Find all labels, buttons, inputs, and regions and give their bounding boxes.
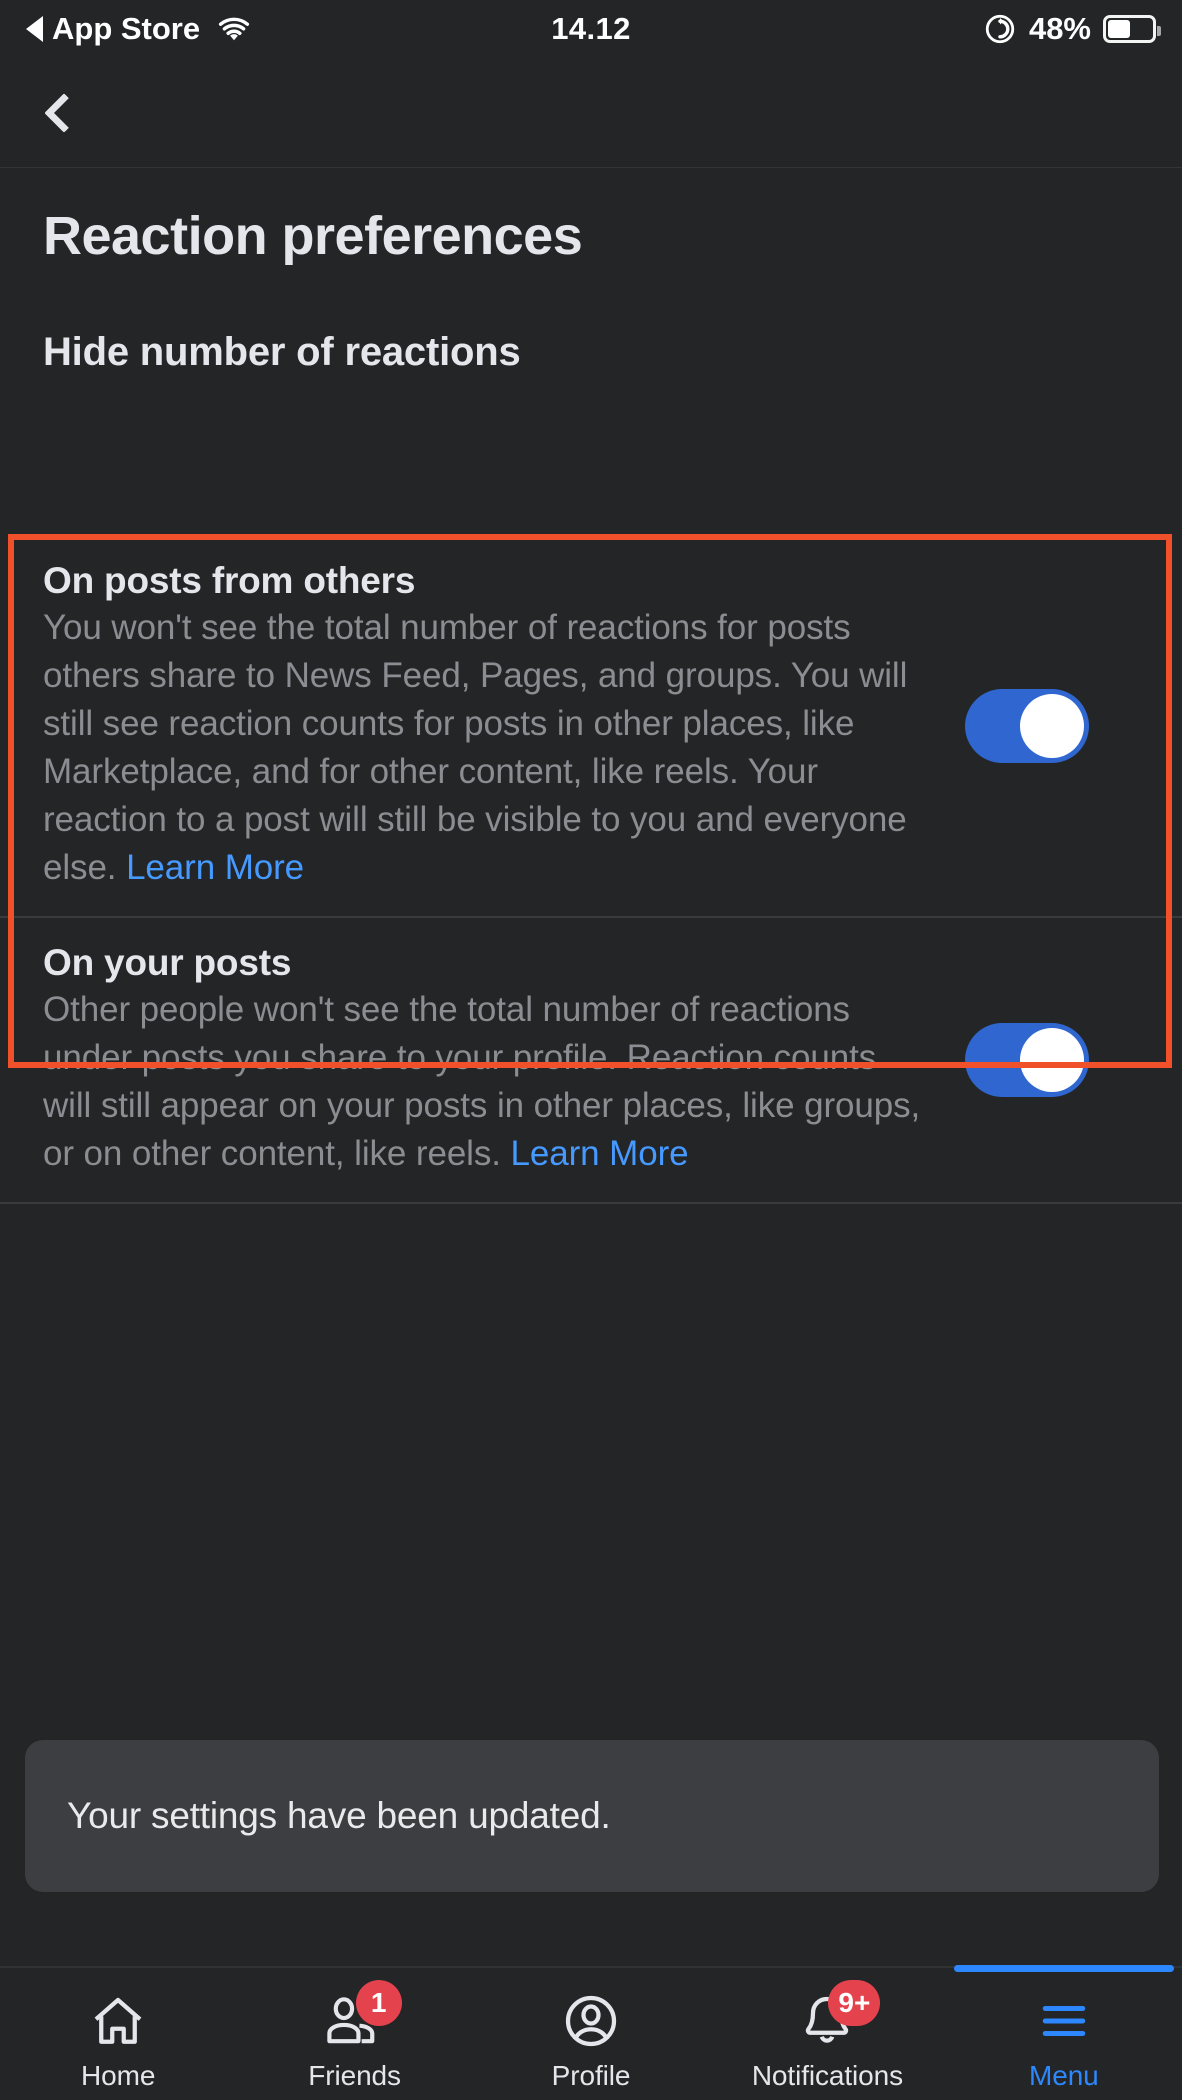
nav-item-friends[interactable]: 1 Friends bbox=[236, 1968, 472, 2100]
navigation-header bbox=[0, 58, 1182, 168]
toast-message: Your settings have been updated. bbox=[67, 1795, 611, 1836]
nav-label-notifications: Notifications bbox=[751, 2060, 904, 2091]
notifications-badge: 9+ bbox=[828, 1980, 881, 2026]
nav-item-notifications[interactable]: 9+ Notifications bbox=[709, 1968, 945, 2100]
setting-description-text: You won't see the total number of reacti… bbox=[43, 608, 908, 887]
nav-label-menu: Menu bbox=[1029, 2060, 1099, 2091]
friends-icon: 1 bbox=[316, 1980, 402, 2056]
setting-row-on-posts-from-others[interactable]: On posts from others You won't see the t… bbox=[0, 536, 1182, 916]
learn-more-link[interactable]: Learn More bbox=[126, 848, 304, 887]
nav-label-home: Home bbox=[81, 2060, 156, 2091]
setting-row-on-your-posts[interactable]: On your posts Other people won't see the… bbox=[0, 916, 1182, 1202]
list-tail-spacer bbox=[0, 1204, 1182, 1268]
status-bar-right: 48% bbox=[983, 11, 1161, 47]
status-bar: App Store 14.12 48% bbox=[0, 0, 1182, 58]
setting-description-text: Other people won't see the total number … bbox=[43, 990, 921, 1173]
nav-item-home[interactable]: Home bbox=[0, 1968, 236, 2100]
back-button[interactable] bbox=[14, 63, 114, 163]
toggle-on-posts-from-others[interactable] bbox=[965, 689, 1089, 763]
bell-icon: 9+ bbox=[788, 1980, 881, 2056]
learn-more-link[interactable]: Learn More bbox=[511, 1134, 689, 1173]
toggle-knob bbox=[1020, 1028, 1084, 1092]
nav-item-menu[interactable]: Menu bbox=[946, 1965, 1182, 2100]
phone-screen: App Store 14.12 48% Reaction preferences… bbox=[0, 0, 1182, 2100]
toggle-on-your-posts[interactable] bbox=[965, 1023, 1089, 1097]
page-title: Reaction preferences bbox=[43, 206, 583, 266]
bottom-navigation-bar: Home 1 Friends Profile 9+ Notifications … bbox=[0, 1965, 1182, 2100]
settings-list: On posts from others You won't see the t… bbox=[0, 536, 1182, 1268]
nav-label-friends: Friends bbox=[308, 2060, 401, 2091]
setting-row-text: On your posts Other people won't see the… bbox=[43, 942, 923, 1178]
setting-description: Other people won't see the total number … bbox=[43, 986, 923, 1178]
friends-badge: 1 bbox=[355, 1980, 402, 2026]
toast-notification: Your settings have been updated. bbox=[25, 1740, 1159, 1892]
hamburger-menu-icon bbox=[1025, 1986, 1103, 2056]
setting-title: On posts from others bbox=[43, 560, 416, 601]
profile-icon bbox=[552, 1986, 630, 2056]
setting-description: You won't see the total number of reacti… bbox=[43, 604, 923, 892]
rotation-lock-icon bbox=[983, 12, 1017, 46]
battery-percent-label: 48% bbox=[1028, 11, 1091, 46]
toggle-knob bbox=[1020, 694, 1084, 758]
active-tab-indicator bbox=[953, 1965, 1175, 1972]
setting-row-text: On posts from others You won't see the t… bbox=[43, 560, 923, 892]
home-icon bbox=[79, 1986, 157, 2056]
nav-label-profile: Profile bbox=[551, 2060, 631, 2091]
chevron-left-icon bbox=[44, 92, 84, 133]
battery-icon bbox=[1103, 15, 1161, 43]
setting-title: On your posts bbox=[43, 942, 292, 983]
section-title: Hide number of reactions bbox=[43, 330, 521, 374]
nav-item-profile[interactable]: Profile bbox=[473, 1968, 709, 2100]
